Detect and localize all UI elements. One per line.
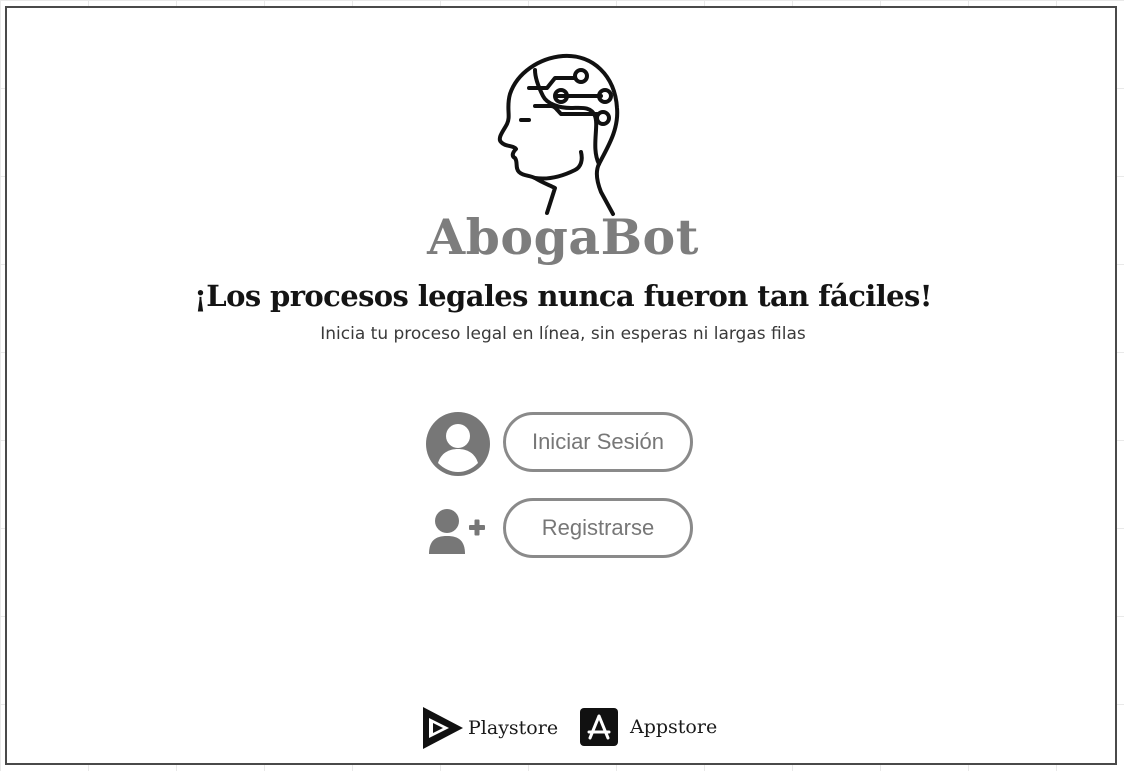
playstore-icon [423, 707, 463, 749]
app-window: AbogaBot ¡Los procesos legales nunca fue… [5, 6, 1117, 765]
login-button[interactable]: Iniciar Sesión [503, 412, 693, 472]
appstore-label: Appstore [630, 716, 718, 738]
playstore-label: Playstore [468, 717, 559, 739]
ai-brain-head-icon [497, 53, 620, 216]
appstore-link[interactable]: Appstore [580, 708, 717, 746]
brand-title: AbogaBot [427, 208, 699, 266]
hero-subheadline: Inicia tu proceso legal en línea, sin es… [320, 324, 806, 344]
appstore-icon [580, 708, 618, 746]
hero-headline: ¡Los procesos legales nunca fueron tan f… [194, 279, 932, 313]
playstore-link[interactable]: Playstore [421, 706, 558, 750]
register-button[interactable]: Registrarse [503, 498, 693, 558]
user-circle-icon [426, 412, 490, 476]
user-plus-icon [429, 509, 485, 554]
